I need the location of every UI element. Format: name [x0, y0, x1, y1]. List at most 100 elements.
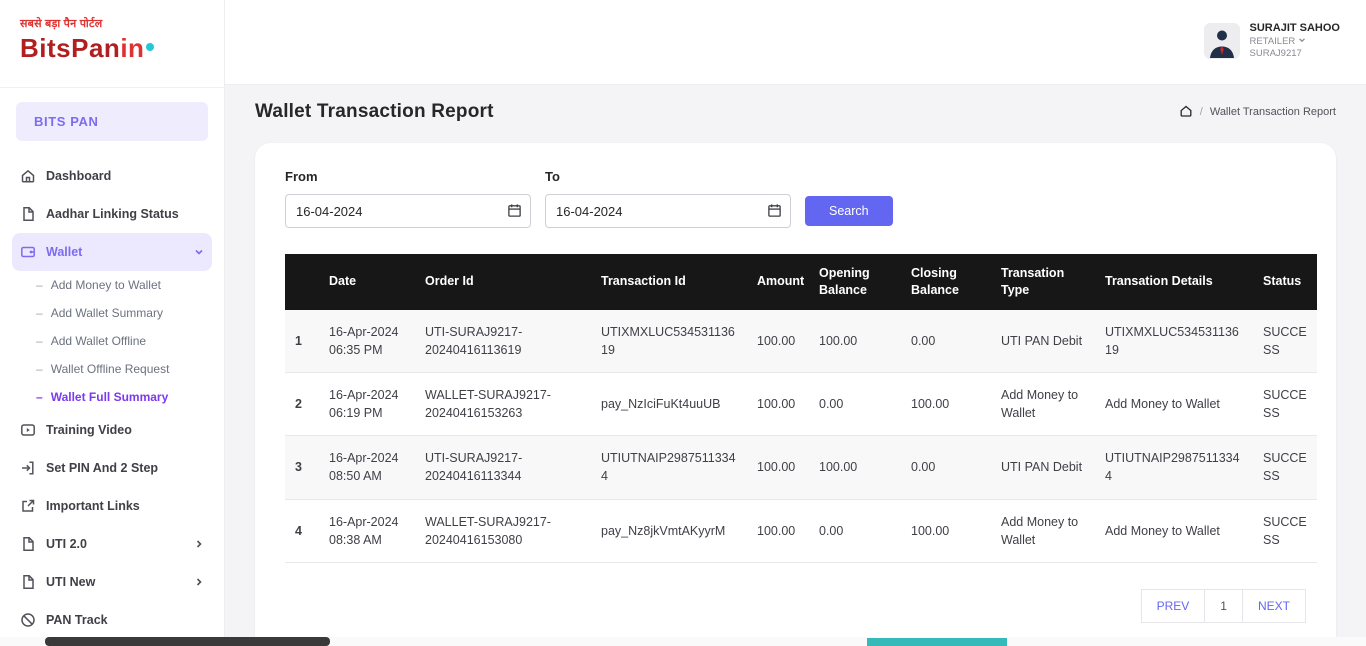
to-date-input[interactable]	[545, 194, 791, 228]
table-header-row: Date Order Id Transaction Id Amount Open…	[285, 254, 1317, 310]
col-header-amount: Amount	[747, 254, 809, 310]
breadcrumb-separator: /	[1199, 106, 1203, 118]
cell-closing-balance: 100.00	[901, 372, 991, 437]
status-badge: SUCCESS	[1253, 309, 1317, 373]
user-role: RETAILER	[1250, 36, 1340, 48]
status-badge: SUCCESS	[1253, 499, 1317, 563]
sidebar-item-wallet[interactable]: Wallet	[12, 233, 212, 271]
prev-page-button[interactable]: PREV	[1140, 588, 1206, 623]
avatar	[1203, 22, 1240, 59]
brand-logo[interactable]: सबसे बड़ा पैन पोर्टल BitsPanin	[0, 0, 224, 88]
col-header-date: Date	[319, 254, 415, 310]
scrollbar-thumb[interactable]	[45, 637, 330, 646]
from-date-input[interactable]	[285, 194, 531, 228]
brand-name-suffix: in	[120, 33, 145, 63]
sidebar-item-dashboard[interactable]: Dashboard	[12, 157, 212, 195]
cell-transation-details: Add Money to Wallet	[1095, 499, 1253, 563]
cell-amount: 100.00	[747, 309, 809, 373]
sidebar-item-set-pin-and-2-step[interactable]: Set PIN And 2 Step	[12, 449, 212, 487]
user-name: SURAJIT SAHOO	[1249, 22, 1340, 34]
sidebar-menu: Dashboard Aadhar Linking Status Wallet A…	[0, 151, 224, 645]
cell-opening-balance: 0.00	[809, 499, 901, 563]
cell-transaction-id: pay_Nz8jkVmtAKyyrM	[591, 499, 747, 563]
col-header-closing-balance: Closing Balance	[901, 254, 991, 310]
page-number-button[interactable]: 1	[1204, 588, 1243, 623]
sidebar-subitem-label: Add Money to Wallet	[50, 278, 161, 292]
cell-order-id: WALLET-SURAJ9217-20240416153263	[415, 372, 591, 437]
cell-date: 16-Apr-2024 08:38 AM	[319, 499, 415, 563]
user-info: SURAJIT SAHOO RETAILER SURAJ9217	[1250, 22, 1340, 60]
sidebar-item-pan-track[interactable]: PAN Track	[12, 601, 212, 639]
play-circle-icon	[20, 422, 36, 438]
sidebar-item-add-money-to-wallet[interactable]: Add Money to Wallet	[12, 271, 212, 299]
table-row: 4 16-Apr-2024 08:38 AM WALLET-SURAJ9217-2…	[285, 499, 1317, 563]
cell-opening-balance: 100.00	[809, 309, 901, 373]
sidebar-subitem-label: Add Wallet Summary	[50, 306, 163, 320]
cell-transation-type: UTI PAN Debit	[991, 309, 1095, 373]
brand-name-main: BitsPan	[20, 33, 121, 63]
sidebar-subitem-label: Add Wallet Offline	[50, 334, 147, 348]
sidebar-item-wallet-offline-request[interactable]: Wallet Offline Request	[12, 355, 212, 383]
cell-closing-balance: 0.00	[901, 435, 991, 500]
home-icon[interactable]	[1179, 104, 1193, 121]
cell-num: 2	[285, 372, 319, 437]
report-card: From To Search	[255, 143, 1336, 646]
next-page-button[interactable]: NEXT	[1241, 588, 1306, 623]
sidebar-item-label: Important Links	[46, 499, 140, 513]
external-link-icon	[20, 498, 36, 514]
cell-amount: 100.00	[747, 499, 809, 563]
cell-date: 16-Apr-2024 06:35 PM	[319, 309, 415, 373]
user-role-label: RETAILER	[1249, 35, 1296, 47]
sidebar-item-label: UTI 2.0	[46, 537, 87, 551]
sidebar-item-uti-2-0[interactable]: UTI 2.0	[12, 525, 212, 563]
search-button[interactable]: Search	[805, 196, 893, 226]
sidebar-item-label: Set PIN And 2 Step	[46, 461, 159, 475]
col-header-opening-balance: Opening Balance	[809, 254, 901, 310]
to-label: To	[545, 169, 560, 184]
page-title: Wallet Transaction Report	[255, 101, 494, 122]
breadcrumb: / Wallet Transaction Report	[1179, 104, 1336, 121]
document-icon	[20, 536, 36, 552]
wallet-icon	[20, 244, 36, 260]
table-row: 1 16-Apr-2024 06:35 PM UTI-SURAJ9217-2024…	[285, 309, 1317, 373]
from-label: From	[285, 169, 318, 184]
col-header-num	[285, 254, 319, 310]
cell-transation-type: UTI PAN Debit	[991, 435, 1095, 500]
sidebar-subitem-label: Wallet Offline Request	[50, 362, 170, 376]
sidebar-item-label: UTI New	[46, 575, 96, 589]
sign-in-icon	[20, 460, 36, 476]
sidebar-item-add-wallet-summary[interactable]: Add Wallet Summary	[12, 299, 212, 327]
sidebar-item-wallet-full-summary[interactable]: Wallet Full Summary	[12, 383, 212, 411]
pagination: PREV 1 NEXT	[285, 588, 1306, 623]
brand-tagline: सबसे बड़ा पैन पोर्टल	[20, 18, 103, 30]
cell-order-id: UTI-SURAJ9217-20240416113619	[415, 309, 591, 373]
cell-transaction-id: UTIXMXLUC53453113619	[591, 309, 747, 373]
cell-closing-balance: 100.00	[901, 499, 991, 563]
cell-date: 16-Apr-2024 08:50 AM	[319, 435, 415, 500]
sidebar-item-add-wallet-offline[interactable]: Add Wallet Offline	[12, 327, 212, 355]
cell-order-id: WALLET-SURAJ9217-20240416153080	[415, 499, 591, 563]
user-id: SURAJ9217	[1249, 47, 1302, 59]
sidebar-item-aadhar-linking-status[interactable]: Aadhar Linking Status	[12, 195, 212, 233]
teal-bar	[867, 638, 1007, 646]
main-content: Wallet Transaction Report / Wallet Trans…	[225, 85, 1366, 646]
cell-closing-balance: 0.00	[901, 309, 991, 373]
cell-transaction-id: pay_NzIciFuKt4uuUB	[591, 372, 747, 437]
target-icon	[20, 612, 36, 628]
cell-amount: 100.00	[747, 435, 809, 500]
sidebar-item-uti-new[interactable]: UTI New	[12, 563, 212, 601]
cell-transation-details: UTIXMXLUC53453113619	[1095, 309, 1253, 373]
user-menu[interactable]: SURAJIT SAHOO RETAILER SURAJ9217	[1203, 22, 1340, 60]
breadcrumb-current: Wallet Transaction Report	[1209, 106, 1336, 118]
home-icon	[20, 168, 36, 184]
sidebar-item-important-links[interactable]: Important Links	[12, 487, 212, 525]
cell-opening-balance: 100.00	[809, 435, 901, 500]
cell-num: 1	[285, 309, 319, 373]
sidebar: सबसे बड़ा पैन पोर्टल BitsPanin BITS PAN …	[0, 0, 225, 646]
cell-transaction-id: UTIUTNAIP29875113344	[591, 435, 747, 500]
horizontal-scrollbar	[0, 637, 1366, 646]
status-badge: SUCCESS	[1253, 435, 1317, 500]
cell-order-id: UTI-SURAJ9217-20240416113344	[415, 435, 591, 500]
top-header: SURAJIT SAHOO RETAILER SURAJ9217	[225, 0, 1366, 85]
sidebar-item-training-video[interactable]: Training Video	[12, 411, 212, 449]
